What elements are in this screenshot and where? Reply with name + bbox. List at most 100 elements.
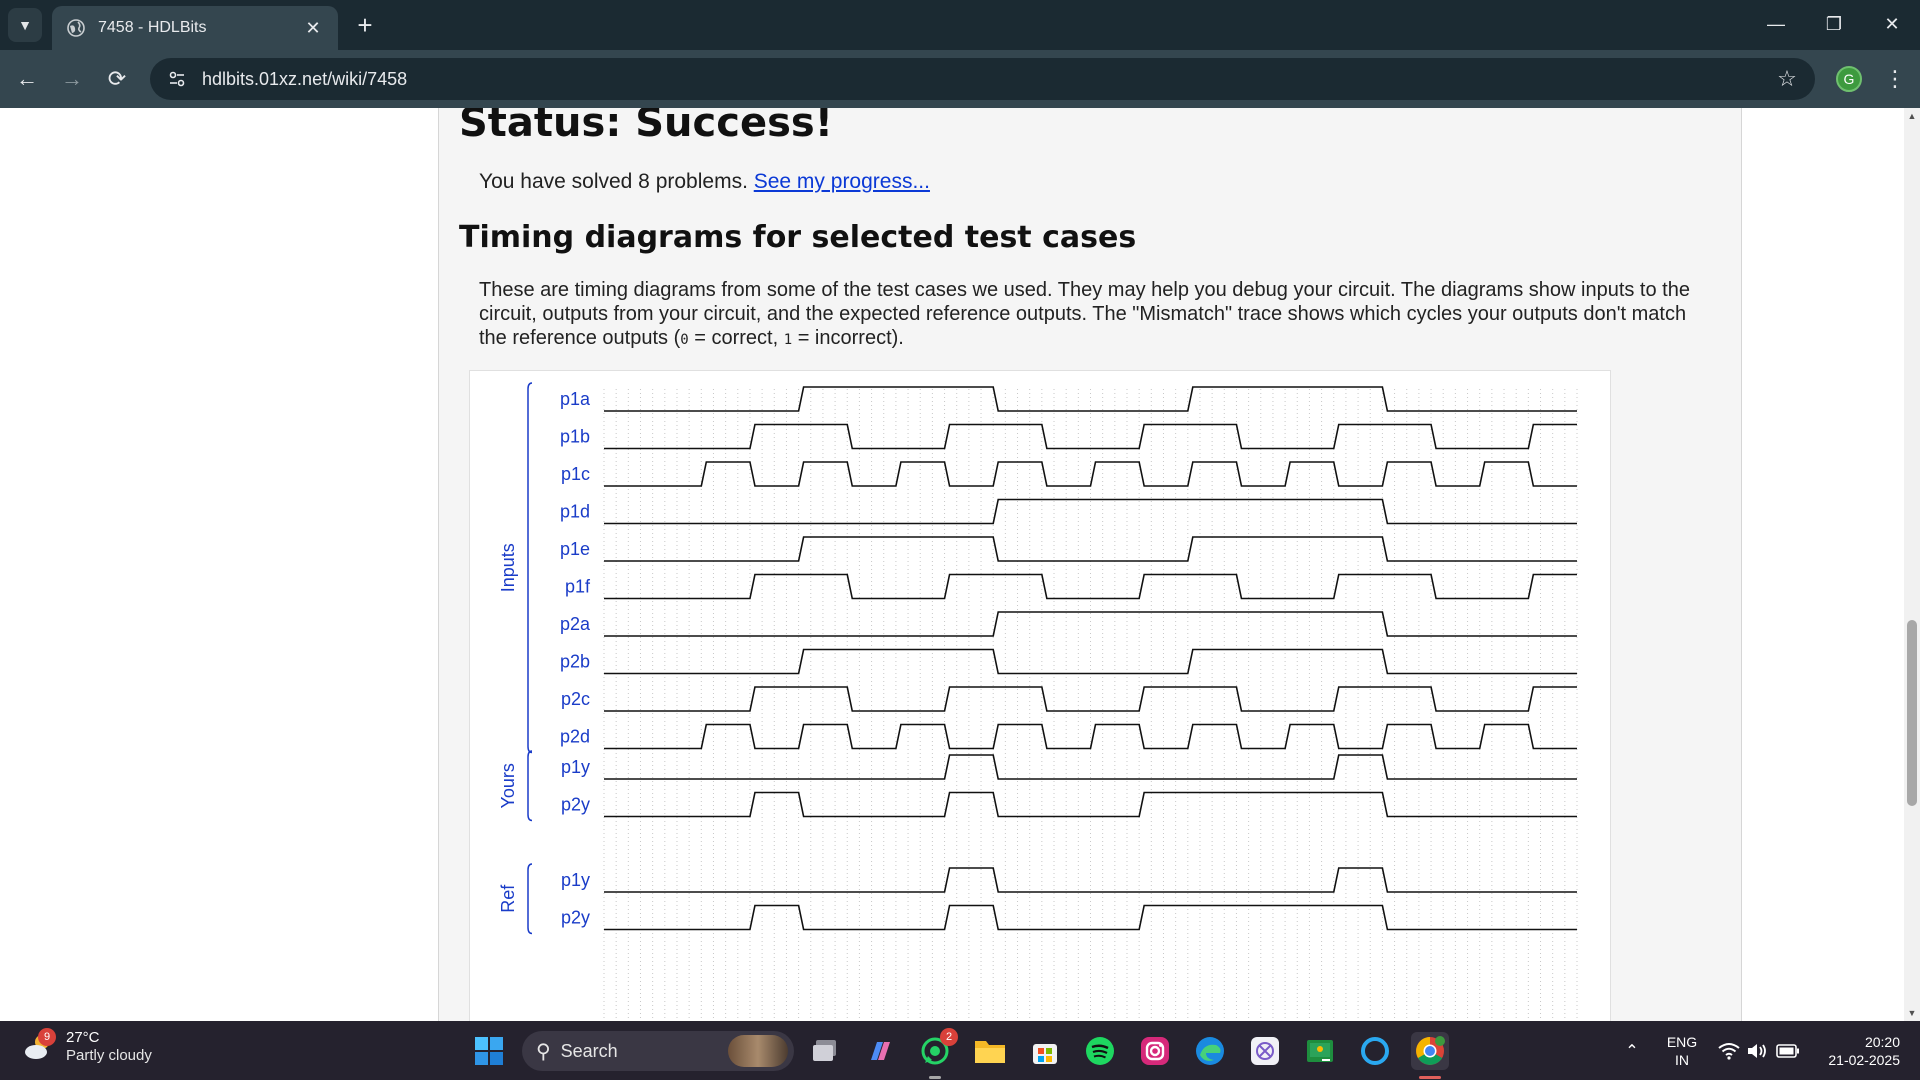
tab-search-button[interactable]: ▼ [8, 8, 42, 42]
battery-icon[interactable] [1773, 1021, 1803, 1080]
reload-icon: ⟳ [107, 66, 127, 91]
address-bar[interactable]: hdlbits.01xz.net/wiki/7458 ☆ [150, 58, 1815, 100]
waveform-p2y [604, 791, 1577, 818]
signal-name: p2y [561, 795, 590, 815]
site-info-icon[interactable] [156, 58, 198, 100]
store-icon [1033, 1044, 1057, 1064]
waveform-p1y [604, 754, 1577, 780]
code-zero: 0 [680, 332, 689, 348]
folder-icon [975, 1041, 1005, 1063]
group-label: Ref [498, 884, 518, 913]
instagram-icon [1141, 1037, 1169, 1065]
waveform-p1a [604, 386, 1577, 412]
copilot-button[interactable] [861, 1032, 899, 1070]
edge-icon [1196, 1037, 1224, 1065]
browser-toolbar: ← → ⟳ hdlbits.01xz.net/wiki/7458 ☆ G ⋮ [0, 50, 1920, 108]
scroll-up-icon[interactable]: ▲ [1904, 108, 1920, 124]
close-tab-icon[interactable]: ✕ [302, 17, 324, 39]
description-paragraph: These are timing diagrams from some of t… [479, 278, 1719, 352]
search-label: Search [560, 1040, 618, 1061]
scrollbar-thumb[interactable] [1907, 620, 1917, 806]
description-text-2: = correct, [688, 327, 784, 349]
cortana-button[interactable] [1356, 1032, 1394, 1070]
wifi-icon[interactable] [1716, 1021, 1742, 1080]
clock-date: 21-02-2025 [1828, 1052, 1900, 1068]
circle-ring-icon [1361, 1037, 1389, 1065]
classroom-button[interactable] [1301, 1032, 1339, 1070]
main-content: Status: Success! You have solved 8 probl… [438, 108, 1742, 1021]
perplexity-icon [1251, 1037, 1279, 1065]
file-explorer-button[interactable] [971, 1032, 1009, 1070]
scroll-down-icon[interactable]: ▼ [1904, 1005, 1920, 1021]
start-button[interactable] [470, 1032, 508, 1070]
taskbar: 9 27°C Partly cloudy ⚲ Search 2 ⌃ ENG IN… [0, 1021, 1920, 1080]
task-view-icon [813, 1040, 836, 1061]
group-label: Yours [498, 763, 518, 808]
browser-tab-bar: ▼ 7458 - HDLBits ✕ + — ❐ ✕ [0, 0, 1920, 50]
arrow-left-icon: ← [16, 66, 38, 91]
show-hidden-icons[interactable]: ⌃ [1620, 1021, 1644, 1080]
code-one: 1 [783, 332, 793, 348]
page-scrollbar[interactable]: ▲ ▼ [1904, 108, 1920, 1021]
minimize-button[interactable]: — [1748, 0, 1804, 48]
weather-widget[interactable]: 9 27°C Partly cloudy [22, 1028, 152, 1065]
timing-diagram: Inputs p1a p1b p1c p1d p1e p1f p2a p2b p2c p2d Your… [469, 370, 1611, 1021]
restore-button[interactable]: ❐ [1806, 0, 1862, 48]
copilot-icon [871, 1042, 890, 1060]
weather-badge: 9 [38, 1028, 56, 1046]
solved-text: You have solved 8 problems. [479, 170, 754, 193]
clock[interactable]: 20:20 21-02-2025 [1810, 1033, 1900, 1069]
profile-avatar[interactable]: G [1836, 66, 1862, 92]
waveform-p1f [604, 573, 1577, 600]
running-indicator [929, 1076, 941, 1079]
language-indicator[interactable]: ENG IN [1660, 1033, 1704, 1069]
active-indicator [1419, 1076, 1441, 1079]
bookmark-star-icon[interactable]: ☆ [1775, 67, 1799, 91]
whatsapp-badge: 2 [940, 1028, 958, 1046]
more-menu-icon[interactable]: ⋮ [1880, 62, 1910, 96]
windows-icon [475, 1037, 503, 1065]
close-window-button[interactable]: ✕ [1864, 0, 1920, 48]
forward-button[interactable]: → [55, 62, 89, 96]
waveform-p2c [604, 686, 1577, 712]
clock-time: 20:20 [1864, 1034, 1900, 1050]
signal-name: p2b [560, 652, 590, 672]
instagram-button[interactable] [1136, 1032, 1174, 1070]
chrome-button[interactable] [1411, 1032, 1449, 1079]
task-view-button[interactable] [806, 1032, 844, 1070]
store-button[interactable] [1026, 1032, 1064, 1070]
status-heading: Status: Success! [459, 108, 833, 146]
perplexity-button[interactable] [1246, 1032, 1284, 1070]
new-tab-button[interactable]: + [350, 10, 380, 40]
signal-name: p2c [561, 689, 590, 709]
waveform-p2d [604, 723, 1577, 750]
browser-tab[interactable]: 7458 - HDLBits ✕ [52, 6, 338, 50]
chrome-icon [1416, 1036, 1445, 1065]
spotify-icon [1086, 1037, 1114, 1065]
url-text[interactable]: hdlbits.01xz.net/wiki/7458 [202, 69, 407, 90]
arrow-right-icon: → [61, 66, 83, 91]
whatsapp-button[interactable]: 2 [916, 1028, 958, 1079]
classroom-icon [1307, 1040, 1333, 1062]
volume-icon[interactable] [1744, 1021, 1770, 1080]
taskbar-search[interactable]: ⚲ Search [522, 1031, 794, 1071]
group-bracket [527, 382, 533, 754]
section-heading: Timing diagrams for selected test cases [459, 220, 1137, 255]
chevron-down-icon: ▼ [18, 17, 32, 33]
search-icon: ⚲ [536, 1040, 551, 1063]
progress-link[interactable]: See my progress... [754, 170, 930, 193]
waveform-p1d [604, 498, 1577, 525]
spotify-button[interactable] [1081, 1032, 1119, 1070]
signal-name: p1y [561, 870, 590, 890]
signal-name: p1e [560, 539, 590, 559]
reload-button[interactable]: ⟳ [100, 62, 134, 96]
description-text-3: = incorrect). [792, 327, 904, 349]
page-viewport: Status: Success! You have solved 8 probl… [0, 108, 1904, 1021]
search-highlight-image [728, 1035, 788, 1067]
edge-button[interactable] [1191, 1032, 1229, 1070]
globe-icon [67, 19, 85, 37]
lang-bottom: IN [1675, 1052, 1689, 1068]
back-button[interactable]: ← [10, 62, 44, 96]
signal-name: p1b [560, 427, 590, 447]
group-label: Inputs [498, 543, 518, 592]
